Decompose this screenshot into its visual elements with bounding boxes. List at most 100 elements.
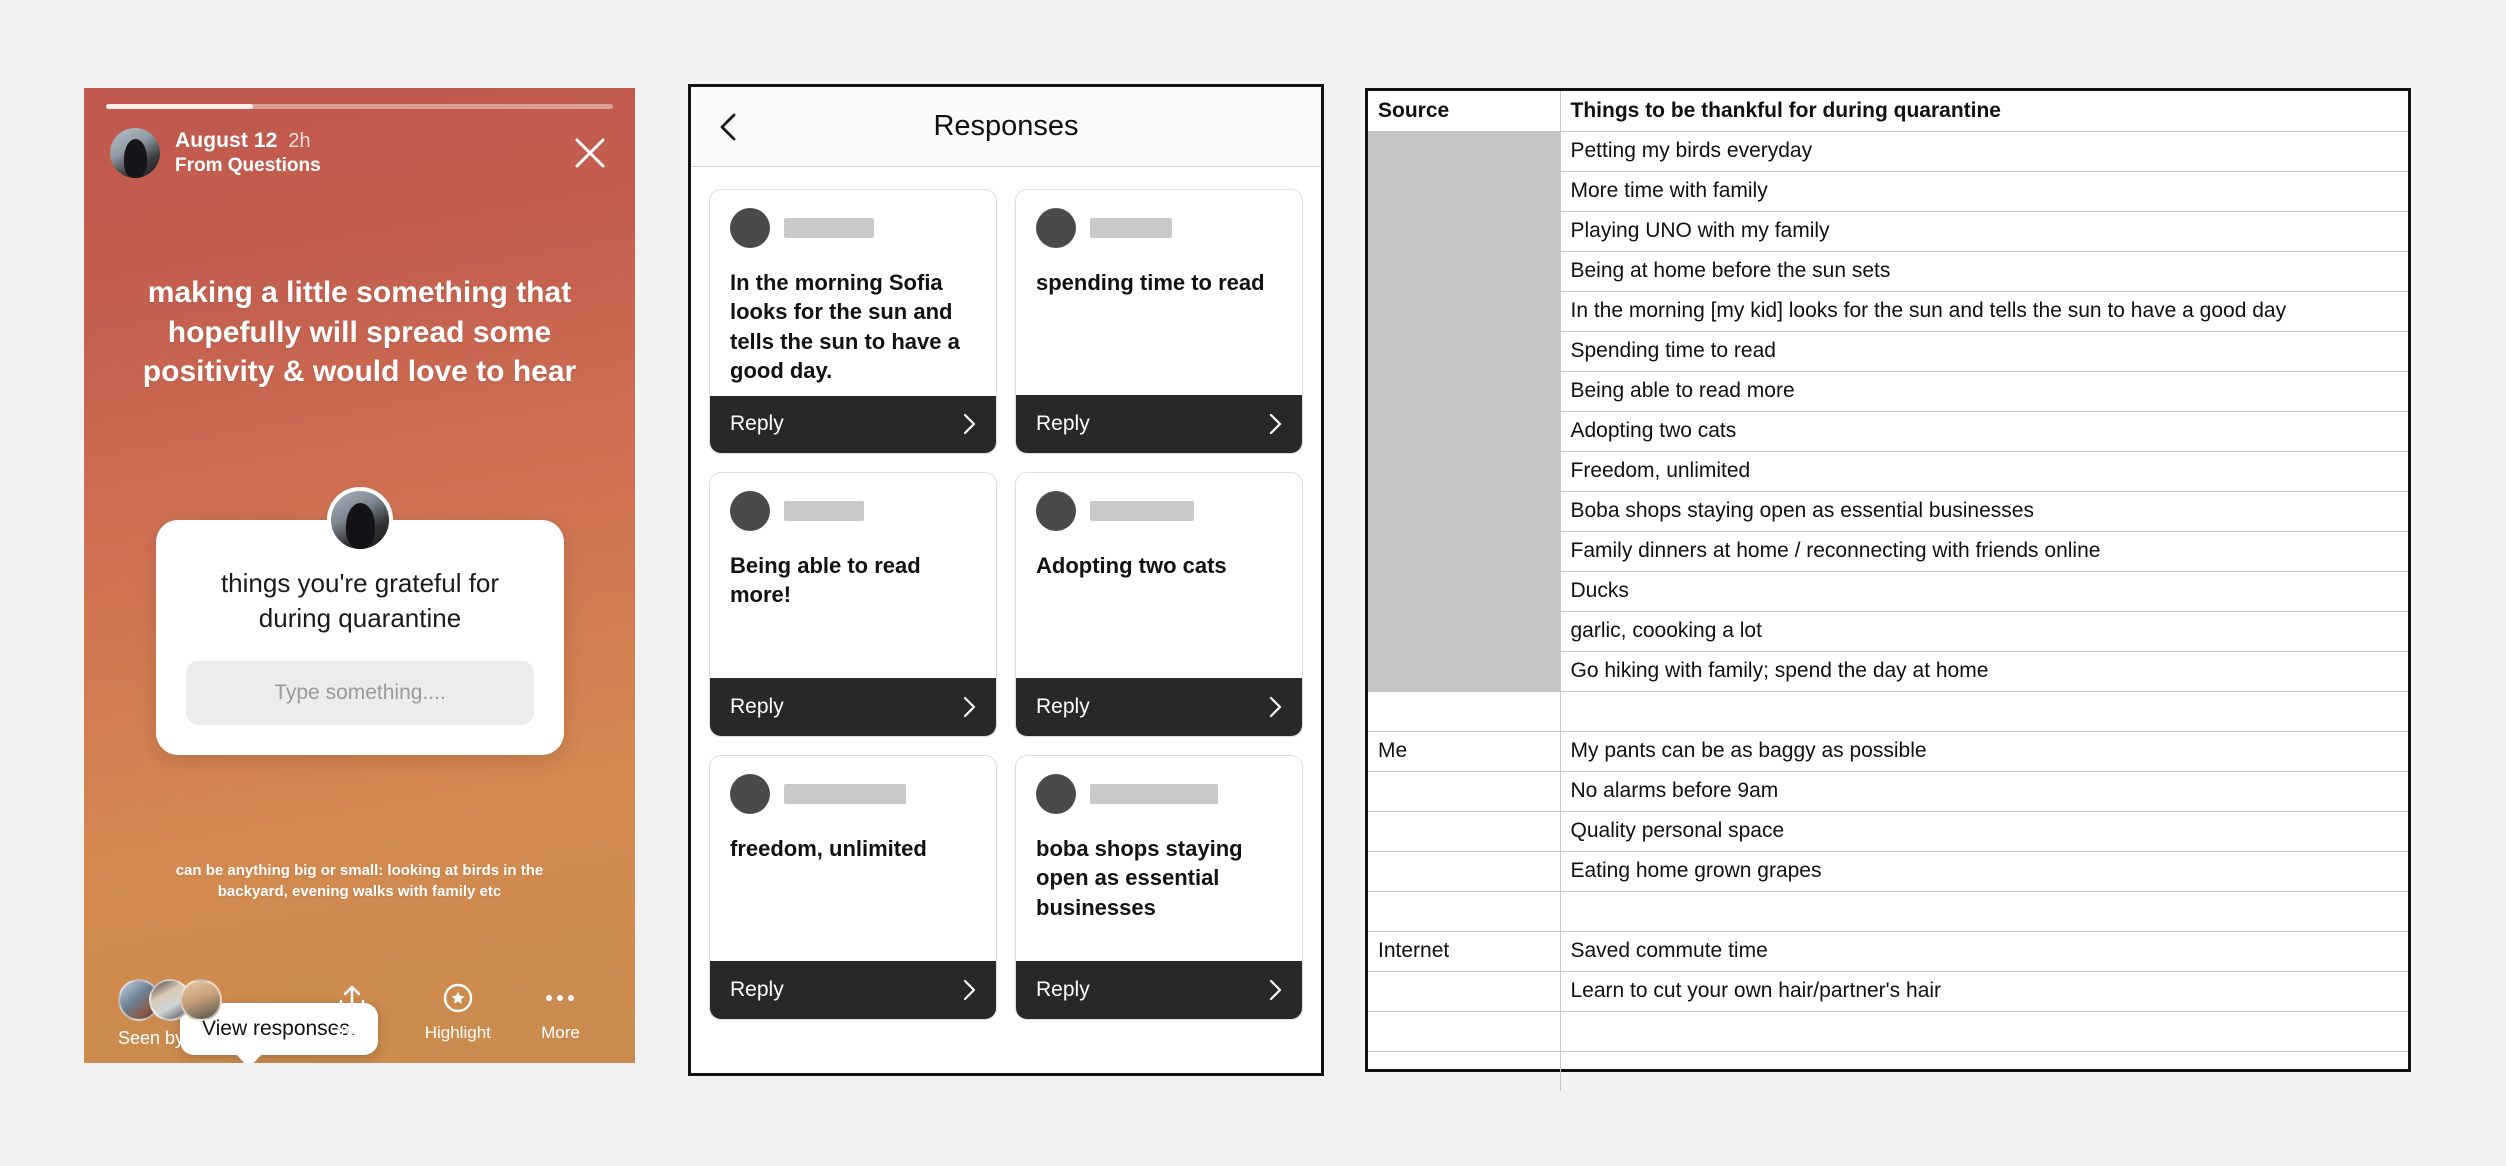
cell-source[interactable] xyxy=(1368,1010,1561,1052)
question-answer-input[interactable]: Type something.... xyxy=(186,661,534,726)
cell-source[interactable] xyxy=(1368,610,1561,652)
response-card[interactable]: boba shops staying open as essential bus… xyxy=(1015,755,1303,1020)
reply-button[interactable]: Reply xyxy=(710,395,996,453)
cell-source[interactable] xyxy=(1368,1050,1561,1091)
avatar[interactable] xyxy=(110,128,160,178)
page-title: Responses xyxy=(933,110,1079,142)
cell-source[interactable] xyxy=(1368,490,1561,532)
cell-item[interactable]: Being able to read more xyxy=(1559,370,2408,412)
table-row[interactable]: Being at home before the sun sets xyxy=(1368,250,2408,292)
cell-item[interactable]: Quality personal space xyxy=(1559,810,2408,852)
cell-item[interactable]: Adopting two cats xyxy=(1559,410,2408,452)
cell-item[interactable]: Go hiking with family; spend the day at … xyxy=(1559,650,2408,692)
table-row[interactable]: Me My pants can be as baggy as possible xyxy=(1368,730,2408,772)
table-row[interactable]: Internet Saved commute time xyxy=(1368,930,2408,972)
cell-source[interactable] xyxy=(1368,570,1561,612)
viewer-avatars[interactable] xyxy=(114,979,222,1021)
cell-source[interactable] xyxy=(1368,770,1561,812)
table-row[interactable]: In the morning [my kid] looks for the su… xyxy=(1368,290,2408,332)
cell-item[interactable]: Petting my birds everyday xyxy=(1559,130,2408,172)
cell-item[interactable] xyxy=(1559,1050,2408,1091)
table-row[interactable] xyxy=(1368,1010,2408,1052)
table-row[interactable]: Ducks xyxy=(1368,570,2408,612)
table-row[interactable]: Adopting two cats xyxy=(1368,410,2408,452)
cell-source[interactable] xyxy=(1368,290,1561,332)
cell-item[interactable]: Spending time to read xyxy=(1559,330,2408,372)
cell-source[interactable] xyxy=(1368,890,1561,932)
cell-source[interactable] xyxy=(1368,330,1561,372)
reply-button[interactable]: Reply xyxy=(710,678,996,736)
response-card[interactable]: Adopting two cats Reply xyxy=(1015,472,1303,737)
table-row[interactable]: Playing UNO with my family xyxy=(1368,210,2408,252)
cell-source[interactable] xyxy=(1368,690,1561,732)
cell-source[interactable] xyxy=(1368,810,1561,852)
table-row[interactable]: Go hiking with family; spend the day at … xyxy=(1368,650,2408,692)
response-card[interactable]: In the morning Sofia looks for the sun a… xyxy=(709,189,997,454)
cell-item[interactable]: More time with family xyxy=(1559,170,2408,212)
column-header-source: Source xyxy=(1368,91,1561,132)
cell-item[interactable]: My pants can be as baggy as possible xyxy=(1559,730,2408,772)
close-icon[interactable] xyxy=(571,134,609,172)
cell-source[interactable] xyxy=(1368,530,1561,572)
cell-source[interactable] xyxy=(1368,170,1561,212)
cell-item[interactable]: Saved commute time xyxy=(1559,930,2408,972)
cell-item[interactable]: In the morning [my kid] looks for the su… xyxy=(1559,290,2408,332)
cell-item[interactable]: Ducks xyxy=(1559,570,2408,612)
response-text: In the morning Sofia looks for the sun a… xyxy=(730,270,960,384)
cell-item[interactable]: garlic, coooking a lot xyxy=(1559,610,2408,652)
cell-source[interactable] xyxy=(1368,450,1561,492)
table-row[interactable] xyxy=(1368,690,2408,732)
cell-source[interactable] xyxy=(1368,650,1561,692)
cell-source[interactable] xyxy=(1368,210,1561,252)
cell-item[interactable]: No alarms before 9am xyxy=(1559,770,2408,812)
cell-item[interactable]: Learn to cut your own hair/partner's hai… xyxy=(1559,970,2408,1012)
cell-source[interactable] xyxy=(1368,850,1561,892)
response-card-body: boba shops staying open as essential bus… xyxy=(1016,756,1302,961)
response-card[interactable]: spending time to read Reply xyxy=(1015,189,1303,454)
reply-button[interactable]: Reply xyxy=(1016,678,1302,736)
share-button[interactable]: Share xyxy=(329,981,374,1043)
cell-source[interactable]: Me xyxy=(1368,730,1561,772)
story-progress-track[interactable] xyxy=(106,104,613,109)
response-card[interactable]: freedom, unlimited Reply xyxy=(709,755,997,1020)
cell-source[interactable] xyxy=(1368,130,1561,172)
table-row[interactable]: Eating home grown grapes xyxy=(1368,850,2408,892)
cell-source[interactable] xyxy=(1368,410,1561,452)
table-row[interactable]: Being able to read more xyxy=(1368,370,2408,412)
reply-button[interactable]: Reply xyxy=(710,961,996,1019)
cell-item[interactable] xyxy=(1559,890,2408,932)
table-row[interactable]: Freedom, unlimited xyxy=(1368,450,2408,492)
table-row[interactable]: Spending time to read xyxy=(1368,330,2408,372)
table-row[interactable]: Family dinners at home / reconnecting wi… xyxy=(1368,530,2408,572)
table-row[interactable]: No alarms before 9am xyxy=(1368,770,2408,812)
responder-name-redacted xyxy=(1090,501,1194,521)
highlight-button[interactable]: Highlight xyxy=(425,981,491,1043)
cell-item[interactable]: Being at home before the sun sets xyxy=(1559,250,2408,292)
cell-source[interactable] xyxy=(1368,250,1561,292)
table-row[interactable]: Learn to cut your own hair/partner's hai… xyxy=(1368,970,2408,1012)
more-button[interactable]: More xyxy=(541,981,580,1043)
cell-item[interactable] xyxy=(1559,1010,2408,1052)
cell-item[interactable]: Family dinners at home / reconnecting wi… xyxy=(1559,530,2408,572)
table-row[interactable] xyxy=(1368,1050,2408,1091)
cell-source[interactable] xyxy=(1368,970,1561,1012)
cell-item[interactable]: Freedom, unlimited xyxy=(1559,450,2408,492)
table-row[interactable]: Boba shops staying open as essential bus… xyxy=(1368,490,2408,532)
cell-item[interactable]: Playing UNO with my family xyxy=(1559,210,2408,252)
table-row[interactable]: More time with family xyxy=(1368,170,2408,212)
table-row[interactable]: Petting my birds everyday xyxy=(1368,130,2408,172)
cell-item[interactable]: Eating home grown grapes xyxy=(1559,850,2408,892)
reply-button[interactable]: Reply xyxy=(1016,395,1302,453)
table-row[interactable]: Quality personal space xyxy=(1368,810,2408,852)
cell-source[interactable] xyxy=(1368,370,1561,412)
cell-source[interactable]: Internet xyxy=(1368,930,1561,972)
reply-button[interactable]: Reply xyxy=(1016,961,1302,1019)
reply-label: Reply xyxy=(730,695,784,718)
response-card[interactable]: Being able to read more! Reply xyxy=(709,472,997,737)
table-row[interactable]: garlic, coooking a lot xyxy=(1368,610,2408,652)
back-chevron-icon[interactable] xyxy=(713,110,747,144)
seen-by-block[interactable]: Seen by 89 xyxy=(114,979,304,1049)
cell-item[interactable] xyxy=(1559,690,2408,732)
cell-item[interactable]: Boba shops staying open as essential bus… xyxy=(1559,490,2408,532)
table-row[interactable] xyxy=(1368,890,2408,932)
